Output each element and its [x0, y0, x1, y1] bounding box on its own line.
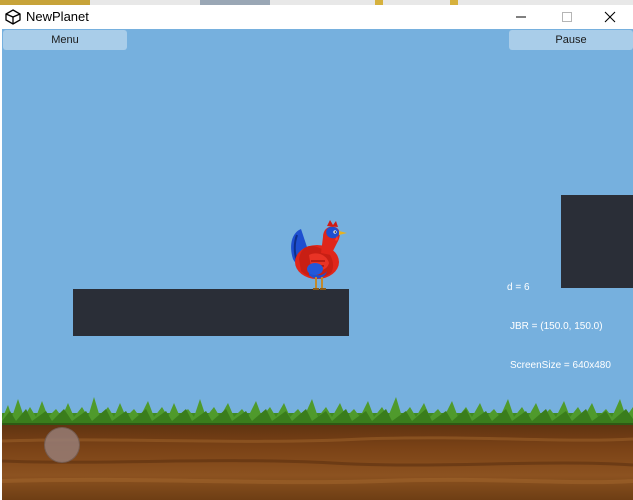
- chicken-sprite: [291, 220, 347, 290]
- close-icon: [604, 11, 616, 23]
- minimize-icon: [516, 16, 526, 18]
- debug-distance: d = 6: [507, 282, 530, 293]
- virtual-joystick[interactable]: [44, 427, 80, 463]
- debug-overlay: d = 6 JBR = (150.0, 150.0) ScreenSize = …: [507, 255, 611, 398]
- game-window: NewPlanet Menu Pause d = 6 JBR = (150.0,…: [0, 0, 633, 500]
- title-bar[interactable]: NewPlanet: [0, 5, 633, 29]
- minimize-button[interactable]: [498, 5, 544, 29]
- game-viewport[interactable]: Menu Pause d = 6 JBR = (150.0, 150.0) Sc…: [2, 29, 633, 500]
- unity-icon: [5, 9, 21, 25]
- ground: [2, 397, 633, 500]
- close-button[interactable]: [587, 5, 633, 29]
- maximize-button[interactable]: [544, 5, 590, 29]
- debug-screen-size: ScreenSize = 640x480: [510, 360, 611, 371]
- debug-jbr: JBR = (150.0, 150.0): [510, 321, 603, 332]
- menu-button[interactable]: Menu: [3, 30, 127, 50]
- maximize-icon: [562, 12, 572, 22]
- window-title: NewPlanet: [26, 9, 89, 24]
- platform-left: [73, 289, 349, 336]
- pause-button[interactable]: Pause: [509, 30, 633, 50]
